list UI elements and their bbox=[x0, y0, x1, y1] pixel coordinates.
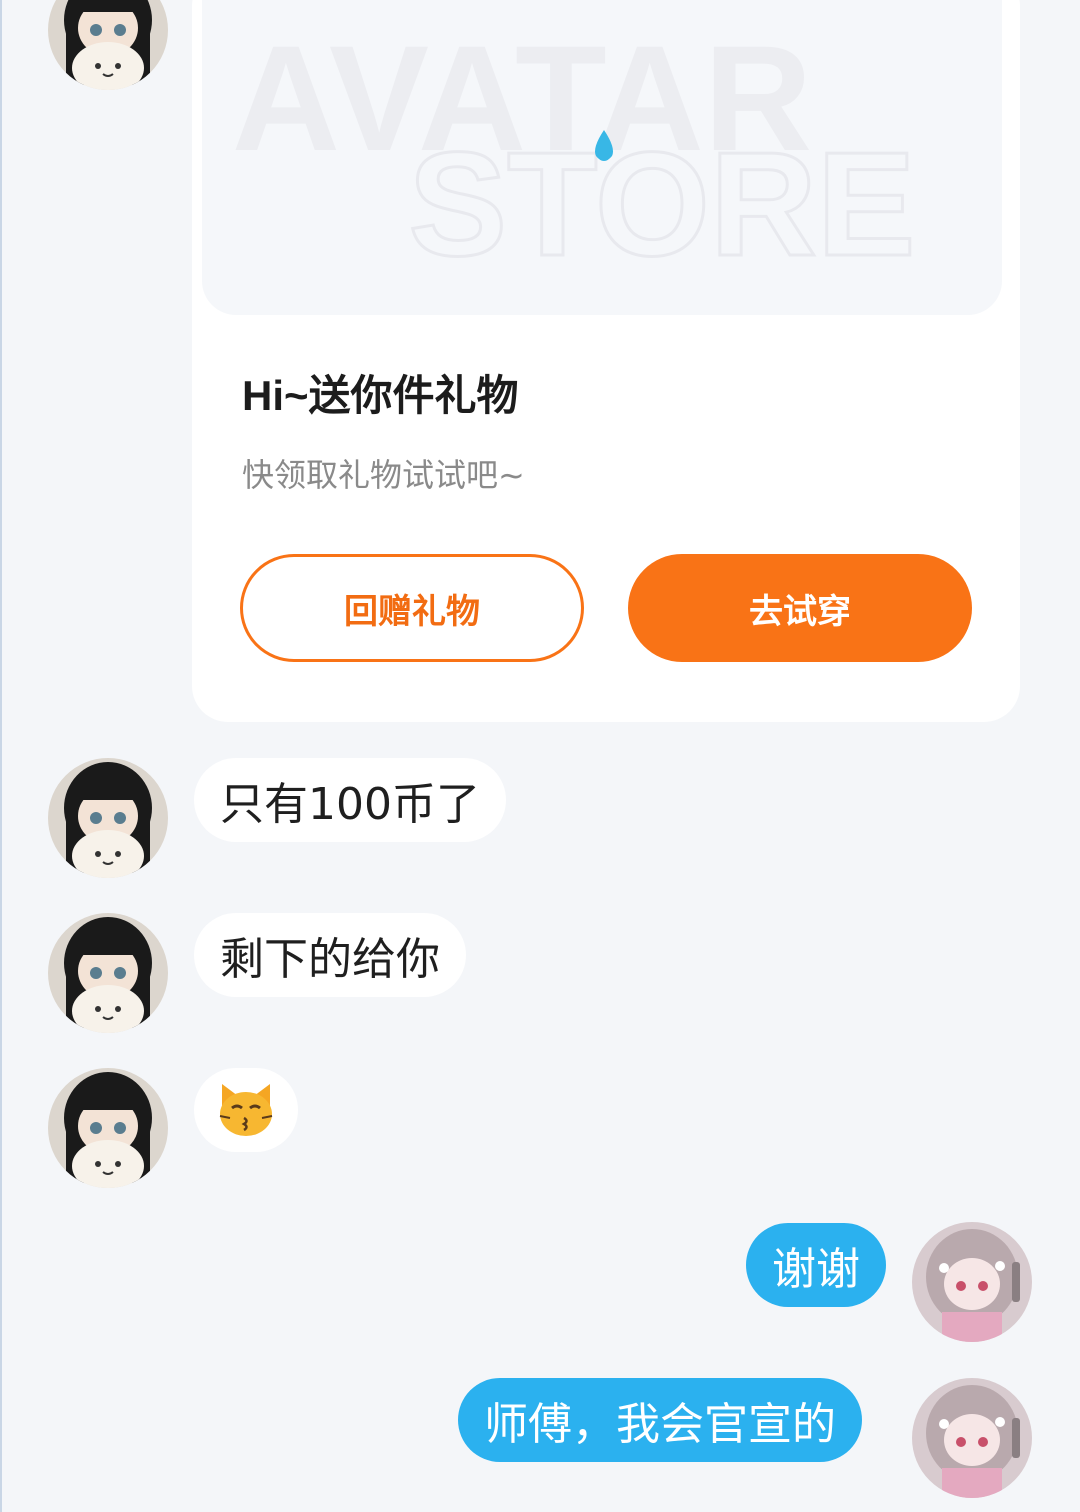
message-bubble[interactable]: 只有100币了 bbox=[194, 758, 506, 842]
message-bubble[interactable]: 师傅，我会官宣的 bbox=[458, 1378, 862, 1462]
try-on-button[interactable]: 去试穿 bbox=[628, 554, 972, 662]
gift-subtitle: 快领取礼物试试吧~ bbox=[242, 456, 525, 494]
avatar-other[interactable] bbox=[48, 0, 168, 90]
gift-card: AVATAR STORE Hi~送你件礼物 快领取礼物试试吧~ 回赠礼物 去试穿 bbox=[192, 0, 1020, 722]
avatar-store-banner: AVATAR STORE bbox=[202, 0, 1002, 315]
banner-line2: STORE bbox=[408, 122, 915, 287]
avatar-me[interactable] bbox=[912, 1222, 1032, 1342]
avatar-other[interactable] bbox=[48, 1068, 168, 1188]
avatar-me[interactable] bbox=[912, 1378, 1032, 1498]
message-bubble[interactable]: 剩下的给你 bbox=[194, 913, 466, 997]
kissing-cat-icon bbox=[219, 1084, 273, 1136]
avatar-other[interactable] bbox=[48, 913, 168, 1033]
screen-edge bbox=[0, 0, 2, 1512]
avatar-other[interactable] bbox=[48, 758, 168, 878]
emoji-message-bubble[interactable] bbox=[194, 1068, 298, 1152]
return-gift-button[interactable]: 回赠礼物 bbox=[240, 554, 584, 662]
message-bubble[interactable]: 谢谢 bbox=[746, 1223, 886, 1307]
gift-title: Hi~送你件礼物 bbox=[242, 372, 519, 419]
